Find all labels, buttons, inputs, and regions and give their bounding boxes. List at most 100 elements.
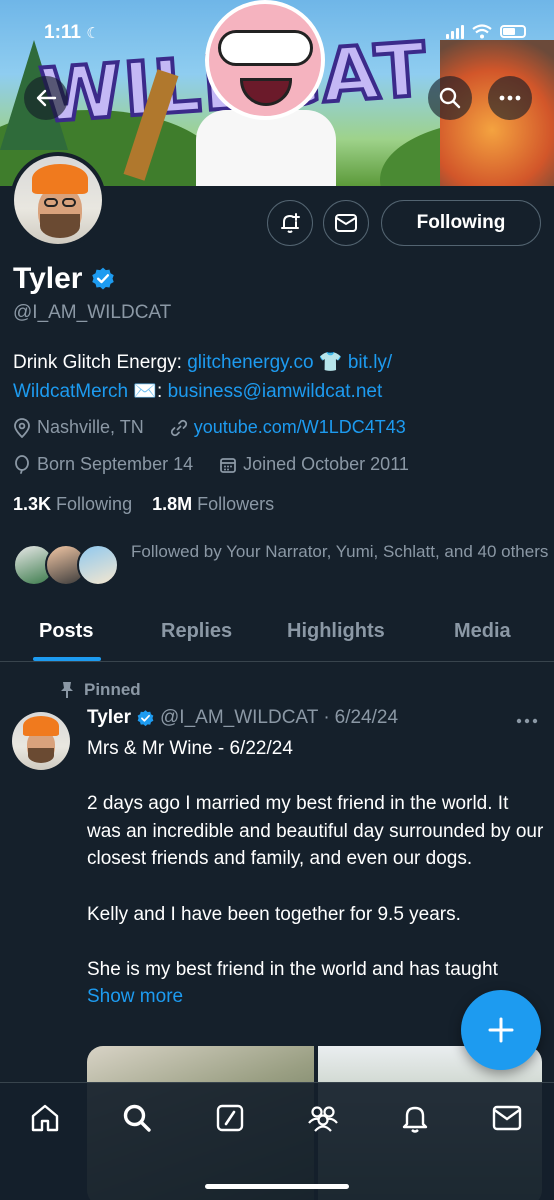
profile-handle: @I_AM_WILDCAT — [13, 302, 172, 323]
nav-grok[interactable] — [213, 1101, 247, 1135]
nav-notifications[interactable] — [398, 1101, 432, 1135]
followers-count: 1.8M — [152, 494, 193, 514]
profile-name: Tyler — [13, 262, 83, 295]
tab-posts[interactable]: Posts — [39, 620, 93, 643]
post-header: Tyler @I_AM_WILDCAT · 6/24/24 — [87, 707, 398, 729]
profile-website-link[interactable]: youtube.com/W1LDC4T43 — [194, 417, 406, 438]
pin-icon — [61, 682, 73, 698]
show-more-link[interactable]: Show more — [87, 986, 183, 1007]
notifications-toggle-button[interactable] — [267, 200, 313, 246]
avatar-glasses — [44, 198, 58, 207]
shirt-emoji: 👕 — [318, 352, 343, 373]
messages-icon — [492, 1105, 522, 1131]
message-button[interactable] — [323, 200, 369, 246]
bell-plus-icon — [281, 213, 300, 233]
avatar-cap — [32, 164, 88, 194]
post-body[interactable]: Mrs & Mr Wine - 6/22/24 2 days ago I mar… — [87, 735, 547, 1011]
profile-joined: Joined October 2011 — [243, 454, 409, 474]
balloon-icon — [15, 454, 29, 474]
post-date[interactable]: 6/24/24 — [335, 707, 398, 729]
calendar-icon — [220, 457, 236, 473]
grok-icon — [216, 1104, 244, 1132]
tab-highlights[interactable]: Highlights — [287, 620, 385, 643]
post-author-handle[interactable]: @I_AM_WILDCAT — [160, 707, 318, 729]
following-button[interactable]: Following — [381, 200, 541, 246]
avatar-beard — [40, 214, 80, 238]
banner-character-body — [196, 110, 336, 186]
nav-home[interactable] — [28, 1101, 62, 1135]
more-icon — [516, 718, 538, 724]
bio-link-glitchenergy[interactable]: glitchenergy.co — [187, 352, 313, 373]
post-line-blank — [87, 763, 547, 791]
more-options-button[interactable] — [488, 76, 532, 120]
post-line-blank — [87, 873, 547, 901]
location-pin-icon — [14, 417, 30, 438]
avatar-beard — [28, 748, 54, 763]
post-more-button[interactable] — [516, 707, 538, 730]
banner-character-eyes — [218, 30, 313, 66]
profile-name-row: Tyler — [13, 262, 116, 296]
plus-icon — [488, 1017, 514, 1043]
pinned-label-row: Pinned — [60, 680, 141, 700]
bottom-navigation — [0, 1082, 554, 1200]
profile-birthday: Born September 14 — [37, 454, 194, 474]
profile-meta-row-1: Nashville, TN youtube.com/W1LDC4T43 — [13, 417, 406, 438]
nav-communities[interactable] — [306, 1101, 340, 1135]
following-label: Following — [56, 494, 133, 514]
bio-text: Drink Glitch Energy: — [13, 352, 188, 373]
profile-avatar[interactable] — [10, 152, 106, 248]
post-line: Mrs & Mr Wine - 6/22/24 — [87, 738, 293, 759]
following-count-link[interactable]: 1.3K Following — [13, 494, 132, 515]
profile-counts: 1.3K Following 1.8M Followers — [13, 494, 274, 515]
mail-icon — [335, 214, 357, 232]
followers-count-link[interactable]: 1.8M Followers — [152, 494, 274, 515]
post-line: Kelly and I have been together for 9.5 y… — [87, 903, 461, 925]
bio-colon: : — [157, 381, 163, 402]
following-count: 1.3K — [13, 494, 52, 514]
avatar-glasses — [62, 198, 76, 207]
post-author-avatar[interactable] — [12, 712, 70, 770]
search-icon — [439, 87, 461, 109]
communities-icon — [308, 1106, 338, 1132]
followers-label: Followers — [197, 494, 275, 514]
status-time: 1:11 ☾ — [44, 22, 100, 43]
compose-button[interactable] — [461, 990, 541, 1070]
verified-badge-icon — [92, 267, 115, 290]
followed-by-text: Followed by Your Narrator, Yumi, Schlatt… — [131, 542, 549, 561]
bio-link-merch-part2[interactable]: WildcatMerch — [13, 381, 128, 402]
wifi-icon — [472, 24, 492, 39]
bio-link-email[interactable]: business@iamwildcat.net — [168, 381, 383, 402]
post-separator: · — [323, 707, 330, 728]
bio-link-merch-part1[interactable]: bit.ly/ — [348, 352, 392, 373]
mail-emoji: ✉️ — [133, 381, 158, 402]
nav-search[interactable] — [120, 1101, 154, 1135]
back-button[interactable] — [24, 76, 68, 120]
status-icons — [446, 24, 526, 39]
tab-media[interactable]: Media — [454, 620, 511, 643]
more-icon — [499, 95, 521, 101]
profile-tabs: Posts Replies Highlights Media — [0, 606, 554, 662]
post-line: 2 days ago I married my best friend in t… — [87, 793, 544, 870]
search-icon — [123, 1104, 151, 1132]
post-line-blank — [87, 928, 547, 956]
followed-by-row[interactable]: Followed by Your Narrator, Yumi, Schlatt… — [13, 538, 548, 594]
follower-avatar — [77, 544, 119, 586]
profile-location: Nashville, TN — [37, 417, 144, 437]
home-icon — [31, 1104, 59, 1132]
battery-icon — [500, 25, 526, 38]
nav-messages[interactable] — [490, 1101, 524, 1135]
post-author-name[interactable]: Tyler — [87, 707, 131, 729]
pinned-label: Pinned — [84, 680, 141, 699]
link-icon — [170, 419, 187, 436]
arrow-left-icon — [36, 89, 57, 107]
search-button[interactable] — [428, 76, 472, 120]
profile-bio: Drink Glitch Energy: glitchenergy.co 👕 b… — [13, 348, 533, 406]
post-line: She is my best friend in the world and h… — [87, 958, 498, 980]
verified-badge-icon — [137, 709, 154, 726]
tab-replies[interactable]: Replies — [161, 620, 232, 643]
profile-meta-row-2: Born September 14 Joined October 2011 — [13, 454, 409, 475]
avatar-cap — [23, 716, 59, 736]
cellular-icon — [446, 24, 464, 39]
notifications-icon — [402, 1106, 428, 1133]
active-tab-indicator — [33, 657, 101, 661]
